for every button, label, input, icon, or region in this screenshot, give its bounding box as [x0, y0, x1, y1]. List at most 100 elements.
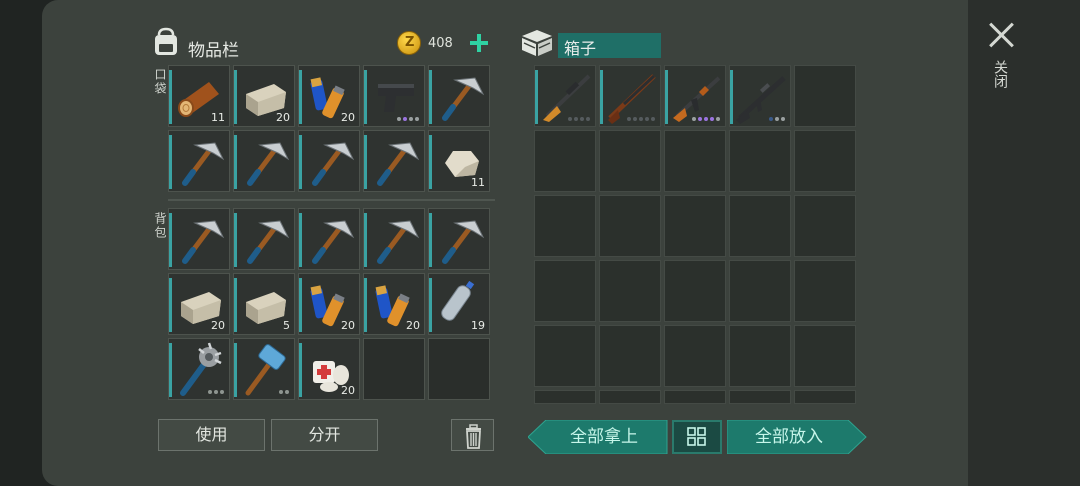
quality-dot: [639, 117, 643, 121]
item-count: 20: [276, 111, 290, 124]
quality-dot: [704, 117, 708, 121]
box-slot[interactable]: [794, 130, 856, 192]
box-slot[interactable]: [794, 195, 856, 257]
box-slot[interactable]: [664, 325, 726, 387]
coin-count: 408: [428, 36, 453, 51]
use-button[interactable]: 使用: [158, 419, 265, 451]
pocket-slot[interactable]: [233, 130, 295, 192]
item-count: 20: [341, 111, 355, 124]
inventory-title: 物品栏: [188, 41, 239, 61]
quality-dot: [645, 117, 649, 121]
backpack-slot[interactable]: [363, 338, 425, 400]
pocket-slot[interactable]: 11: [168, 65, 230, 127]
backpack-slot[interactable]: [233, 208, 295, 270]
put-all-button[interactable]: 全部放入: [729, 421, 849, 453]
pocket-slot[interactable]: 20: [298, 65, 360, 127]
box-slot[interactable]: [729, 325, 791, 387]
box-slot[interactable]: [599, 195, 661, 257]
quality-dots: [769, 117, 785, 121]
split-button[interactable]: 分开: [271, 419, 378, 451]
pocket-slot[interactable]: [298, 130, 360, 192]
quality-dots: [279, 390, 289, 394]
item-count: 5: [283, 319, 290, 332]
backpack-slot[interactable]: [428, 338, 490, 400]
grid-icon: [687, 427, 706, 446]
quality-dot: [415, 117, 419, 121]
box-slot[interactable]: [599, 325, 661, 387]
quality-dot: [698, 117, 702, 121]
box-slot[interactable]: [534, 325, 596, 387]
pocket-slot[interactable]: [428, 65, 490, 127]
sort-button[interactable]: [672, 420, 722, 454]
slot-highlight-bar: [730, 70, 733, 124]
box-slot[interactable]: [664, 390, 726, 404]
backpack-slot[interactable]: [233, 338, 295, 400]
backpack-slot[interactable]: [168, 338, 230, 400]
trash-button[interactable]: [451, 419, 494, 451]
box-slot[interactable]: [729, 65, 791, 127]
backpack-slot[interactable]: [428, 208, 490, 270]
quality-dot: [403, 117, 407, 121]
box-slot[interactable]: [729, 260, 791, 322]
box-slot[interactable]: [599, 65, 661, 127]
box-slot[interactable]: [664, 130, 726, 192]
box-slot[interactable]: [534, 390, 596, 404]
box-slot[interactable]: [794, 390, 856, 404]
quality-dot: [285, 390, 289, 394]
divider: [168, 199, 495, 201]
take-all-button[interactable]: 全部拿上: [546, 421, 662, 453]
backpack-slot[interactable]: 20: [168, 273, 230, 335]
pocket-slot[interactable]: [168, 130, 230, 192]
pocket-slot[interactable]: 11: [428, 130, 490, 192]
close-icon[interactable]: [988, 22, 1014, 48]
box-slot[interactable]: [664, 195, 726, 257]
box-slot[interactable]: [794, 65, 856, 127]
backpack-slot[interactable]: [363, 208, 425, 270]
box-slot[interactable]: [664, 260, 726, 322]
quality-dots: [627, 117, 655, 121]
box-slot[interactable]: [729, 390, 791, 404]
quality-dot: [627, 117, 631, 121]
box-slot[interactable]: [534, 195, 596, 257]
pocket-slot[interactable]: 20: [233, 65, 295, 127]
backpack-slot[interactable]: 19: [428, 273, 490, 335]
backpack-slot[interactable]: [298, 208, 360, 270]
box-slot[interactable]: [729, 130, 791, 192]
pocket-slot[interactable]: [363, 65, 425, 127]
backpack-slot[interactable]: [168, 208, 230, 270]
crate-icon: [522, 30, 552, 56]
box-slot[interactable]: [794, 260, 856, 322]
quality-dot: [220, 390, 224, 394]
quality-dot: [214, 390, 218, 394]
quality-dots: [568, 117, 590, 121]
box-slot[interactable]: [534, 65, 596, 127]
backpack-slot[interactable]: 20: [298, 273, 360, 335]
quality-dot: [580, 117, 584, 121]
box-slot[interactable]: [729, 195, 791, 257]
item-count: 20: [341, 384, 355, 397]
box-slot[interactable]: [534, 260, 596, 322]
add-coins-button[interactable]: [466, 30, 492, 56]
quality-dot: [208, 390, 212, 394]
item-count: 11: [471, 176, 485, 189]
backpack-slot[interactable]: 20: [363, 273, 425, 335]
backpack-slot[interactable]: 5: [233, 273, 295, 335]
box-slot[interactable]: [599, 260, 661, 322]
quality-dot: [568, 117, 572, 121]
quality-dot: [692, 117, 696, 121]
pocket-slot[interactable]: [363, 130, 425, 192]
box-slot[interactable]: [599, 390, 661, 404]
item-count: 19: [471, 319, 485, 332]
close-label[interactable]: 关闭: [990, 60, 1010, 88]
item-count: 20: [211, 319, 225, 332]
quality-dot: [651, 117, 655, 121]
item-count: 20: [406, 319, 420, 332]
quality-dot: [574, 117, 578, 121]
backpack-slot[interactable]: 20: [298, 338, 360, 400]
side-strip: [968, 0, 1080, 486]
box-slot[interactable]: [599, 130, 661, 192]
box-slot[interactable]: [664, 65, 726, 127]
slot-highlight-bar: [665, 70, 668, 124]
box-slot[interactable]: [794, 325, 856, 387]
box-slot[interactable]: [534, 130, 596, 192]
